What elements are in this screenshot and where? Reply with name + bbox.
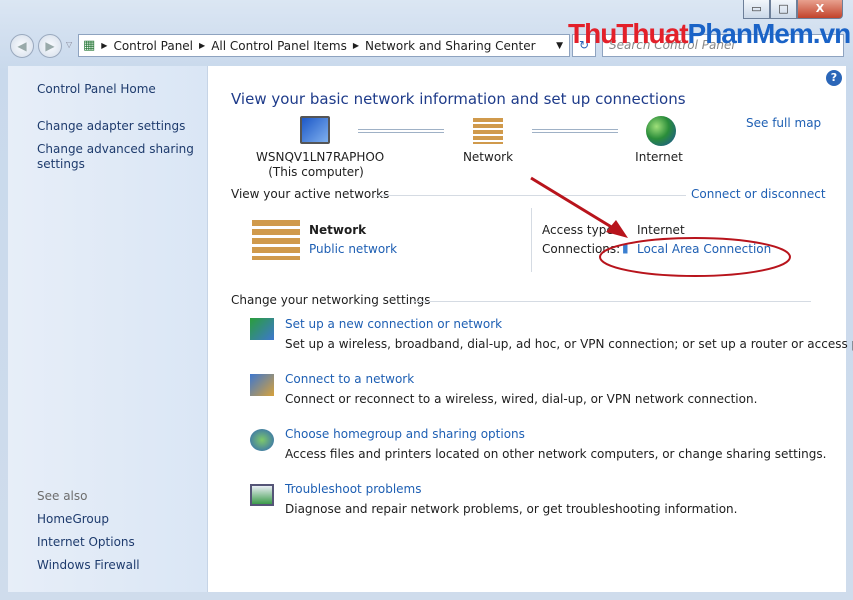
settings-header: Change your networking settings bbox=[231, 293, 431, 307]
task-setup-connection-link[interactable]: Set up a new connection or network bbox=[285, 317, 502, 331]
task-description: Set up a wireless, broadband, dial-up, a… bbox=[285, 337, 853, 351]
divider bbox=[413, 301, 811, 302]
forward-button[interactable]: ▶ bbox=[38, 34, 62, 58]
see-also-label: See also bbox=[37, 489, 88, 503]
sidebar: Control Panel Home Change adapter settin… bbox=[8, 66, 208, 592]
annotation-circle bbox=[599, 237, 791, 277]
sidebar-change-advanced-sharing[interactable]: Change advanced sharing settings bbox=[37, 142, 197, 172]
sidebar-homegroup[interactable]: HomeGroup bbox=[37, 512, 109, 527]
minimize-button[interactable]: ▭ bbox=[743, 0, 770, 19]
annotation-arrowhead bbox=[606, 220, 628, 238]
breadcrumb-item[interactable]: Control Panel bbox=[113, 39, 193, 53]
watermark-logo: ThuThuatPhanMem.vn bbox=[568, 18, 851, 49]
breadcrumb-item[interactable]: Network and Sharing Center bbox=[365, 39, 536, 53]
close-button[interactable]: X bbox=[797, 0, 843, 19]
homegroup-icon bbox=[250, 429, 274, 451]
sidebar-internet-options[interactable]: Internet Options bbox=[37, 535, 135, 550]
address-bar[interactable]: ▦ ▶ Control Panel ▶ All Control Panel Item… bbox=[78, 34, 570, 57]
task-troubleshoot-link[interactable]: Troubleshoot problems bbox=[285, 482, 421, 496]
connect-network-icon bbox=[250, 374, 274, 396]
chevron-right-icon: ▶ bbox=[352, 41, 359, 50]
new-connection-icon bbox=[250, 318, 274, 340]
maximize-button[interactable]: □ bbox=[770, 0, 797, 19]
recent-pages-dropdown[interactable]: ▽ bbox=[66, 40, 72, 49]
troubleshoot-icon bbox=[250, 484, 274, 506]
task-homegroup-link[interactable]: Choose homegroup and sharing options bbox=[285, 427, 525, 441]
back-button[interactable]: ◀ bbox=[10, 34, 34, 58]
annotation-overlay bbox=[530, 176, 791, 277]
chevron-right-icon: ▶ bbox=[199, 41, 206, 50]
breadcrumb-item[interactable]: All Control Panel Items bbox=[211, 39, 347, 53]
chevron-right-icon: ▶ bbox=[101, 41, 108, 50]
task-description: Connect or reconnect to a wireless, wire… bbox=[285, 392, 758, 406]
task-description: Diagnose and repair network problems, or… bbox=[285, 502, 738, 516]
control-panel-icon: ▦ bbox=[83, 38, 96, 53]
sidebar-change-adapter-settings[interactable]: Change adapter settings bbox=[37, 119, 185, 134]
annotation-arrow bbox=[530, 176, 619, 233]
task-connect-network-link[interactable]: Connect to a network bbox=[285, 372, 414, 386]
sidebar-windows-firewall[interactable]: Windows Firewall bbox=[37, 558, 140, 573]
address-dropdown-icon[interactable]: ▼ bbox=[556, 41, 563, 51]
main-content: ? View your basic network information an… bbox=[208, 66, 853, 592]
sidebar-control-panel-home[interactable]: Control Panel Home bbox=[37, 82, 156, 97]
task-description: Access files and printers located on oth… bbox=[285, 447, 827, 461]
